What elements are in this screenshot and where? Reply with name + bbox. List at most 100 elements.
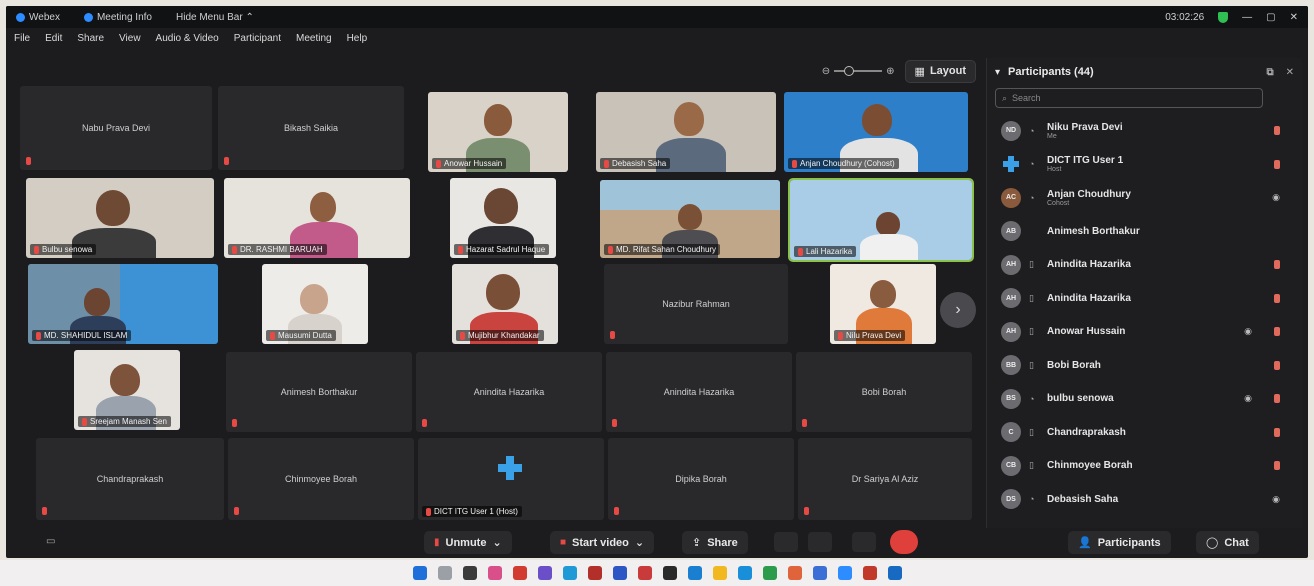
app-icon[interactable] <box>887 566 902 580</box>
video-tile[interactable]: Chandraprakash <box>36 438 224 520</box>
video-tile[interactable]: Animesh Borthakur <box>226 352 412 432</box>
video-tile[interactable]: Dipika Borah <box>608 438 794 520</box>
app-icon[interactable] <box>612 566 627 580</box>
collapse-chevron-icon[interactable]: ▾ <box>995 67 1000 78</box>
app-icon[interactable] <box>737 566 752 580</box>
minimize-icon[interactable]: — <box>1242 12 1252 23</box>
folder-icon[interactable] <box>712 566 727 580</box>
video-tile[interactable]: Bikash Saikia <box>218 86 404 170</box>
app-icon[interactable] <box>562 566 577 580</box>
list-item[interactable]: BB ▯ Bobi Borah <box>993 349 1296 383</box>
muted-mic-icon[interactable] <box>1274 327 1280 337</box>
app-icon[interactable] <box>512 566 527 580</box>
zoom-slider[interactable]: ⊖ ⊕ <box>822 66 895 77</box>
video-tile[interactable]: Nazibur Rahman <box>604 264 788 344</box>
muted-mic-icon[interactable] <box>1274 159 1280 169</box>
app-icon[interactable] <box>662 566 677 580</box>
reactions-button[interactable] <box>808 532 832 552</box>
list-item[interactable]: C ▯ Chandraprakash <box>993 416 1296 450</box>
zoom-in-icon[interactable]: ⊕ <box>886 66 894 77</box>
zoom-knob[interactable] <box>844 66 855 76</box>
menu-participant[interactable]: Participant <box>234 33 281 44</box>
video-tile-host[interactable]: DICT ITG User 1 (Host) <box>418 438 604 520</box>
menu-share[interactable]: Share <box>77 33 104 44</box>
video-tile[interactable]: Chinmoyee Borah <box>228 438 414 520</box>
end-call-button[interactable] <box>890 530 918 554</box>
list-item[interactable]: AB Animesh Borthakur <box>993 215 1296 249</box>
menu-view[interactable]: View <box>119 33 141 44</box>
layout-button[interactable]: ▦ Layout <box>904 59 976 83</box>
video-tile-active-speaker[interactable]: Lali Hazarika <box>788 178 974 262</box>
video-tile[interactable]: Mujibhur Khandakar <box>452 264 558 344</box>
list-item[interactable]: ND ◔ Niku Prava Devi Me <box>993 114 1296 148</box>
app-icon[interactable] <box>537 566 552 580</box>
app-icon[interactable] <box>637 566 652 580</box>
participant-search-input[interactable]: ⌕ Search <box>995 88 1263 108</box>
close-icon[interactable]: ✕ <box>1290 12 1298 23</box>
video-tile[interactable]: Anjan Choudhury (Cohost) <box>784 92 968 172</box>
meeting-info-button[interactable]: Meeting Info <box>83 12 152 23</box>
video-tile[interactable]: Mausumi Dutta <box>262 264 368 344</box>
app-icon[interactable] <box>762 566 777 580</box>
list-item[interactable]: CB ▯ Chinmoyee Borah <box>993 449 1296 483</box>
list-item[interactable]: AH ▯ Anowar Hussain ◉ <box>993 315 1296 349</box>
next-page-chevron-right-icon[interactable]: › <box>940 292 976 328</box>
share-button[interactable]: ⇪ Share <box>682 531 748 554</box>
list-item[interactable]: BS ◔ bulbu senowa ◉ <box>993 382 1296 416</box>
app-icon[interactable] <box>787 566 802 580</box>
video-tile[interactable]: Dr Sariya Al Aziz <box>798 438 972 520</box>
webex-taskbar-icon[interactable] <box>837 566 852 580</box>
hide-menu-bar-button[interactable]: Hide Menu Bar ⌃ <box>176 12 254 23</box>
menu-edit[interactable]: Edit <box>45 33 62 44</box>
close-icon[interactable]: ✕ <box>1286 67 1294 78</box>
video-camera-icon[interactable]: ◉ <box>1244 393 1252 404</box>
popout-icon[interactable]: ⧉ <box>1266 67 1273 78</box>
video-tile[interactable]: Anowar Hussain <box>428 92 568 172</box>
muted-mic-icon[interactable] <box>1274 126 1280 136</box>
list-item[interactable]: AH ▯ Anindita Hazarika <box>993 282 1296 316</box>
video-camera-icon[interactable]: ◉ <box>1272 494 1280 505</box>
menu-audio-video[interactable]: Audio & Video <box>156 33 219 44</box>
edge-icon[interactable] <box>687 566 702 580</box>
zoom-out-icon[interactable]: ⊖ <box>822 66 830 77</box>
list-item[interactable]: AC ◔ Anjan Choudhury Cohost ◉ <box>993 181 1296 215</box>
menu-meeting[interactable]: Meeting <box>296 33 332 44</box>
video-tile[interactable]: Bobi Borah <box>796 352 972 432</box>
video-tile[interactable]: Bulbu senowa <box>26 178 214 258</box>
search-icon[interactable] <box>437 566 452 580</box>
video-tile[interactable]: MD. Rifat Sahan Choudhury <box>600 180 780 258</box>
list-item[interactable]: AH ▯ Anindita Hazarika <box>993 248 1296 282</box>
video-tile[interactable]: Nabu Prava Devi <box>20 86 212 170</box>
app-icon[interactable] <box>812 566 827 580</box>
video-camera-icon[interactable]: ◉ <box>1272 192 1280 203</box>
app-icon[interactable] <box>862 566 877 580</box>
record-button[interactable] <box>774 532 798 552</box>
muted-mic-icon[interactable] <box>1274 260 1280 270</box>
captions-icon[interactable]: ▭ <box>46 536 55 547</box>
app-icon[interactable] <box>587 566 602 580</box>
more-options-button[interactable] <box>852 532 876 552</box>
menu-file[interactable]: File <box>14 33 30 44</box>
muted-mic-icon[interactable] <box>1274 461 1280 471</box>
muted-mic-icon[interactable] <box>1274 394 1280 404</box>
start-video-button[interactable]: ■ Start video ⌄ <box>550 531 655 554</box>
video-tile[interactable]: Hazarat Sadrul Haque <box>450 178 556 258</box>
participants-button[interactable]: 👤 Participants <box>1068 531 1171 554</box>
video-tile[interactable]: Debasish Saha <box>596 92 776 172</box>
video-tile[interactable]: Sreejam Manash Sen <box>74 350 180 430</box>
list-item[interactable]: DS ◔ Debasish Saha ◉ <box>993 483 1296 517</box>
menu-help[interactable]: Help <box>347 33 368 44</box>
video-tile[interactable]: DR. RASHMI BARUAH <box>224 178 410 258</box>
video-tile[interactable]: Nilu Prava Devi <box>830 264 936 344</box>
video-tile[interactable]: Anindita Hazarika <box>606 352 792 432</box>
task-view-icon[interactable] <box>462 566 477 580</box>
unmute-button[interactable]: ▮ Unmute ⌄ <box>424 531 512 554</box>
muted-mic-icon[interactable] <box>1274 360 1280 370</box>
app-icon[interactable] <box>487 566 502 580</box>
windows-start-icon[interactable] <box>412 566 427 580</box>
chat-button[interactable]: ◯ Chat <box>1196 531 1259 554</box>
muted-mic-icon[interactable] <box>1274 427 1280 437</box>
video-tile[interactable]: Anindita Hazarika <box>416 352 602 432</box>
muted-mic-icon[interactable] <box>1274 293 1280 303</box>
video-camera-icon[interactable]: ◉ <box>1244 326 1252 337</box>
